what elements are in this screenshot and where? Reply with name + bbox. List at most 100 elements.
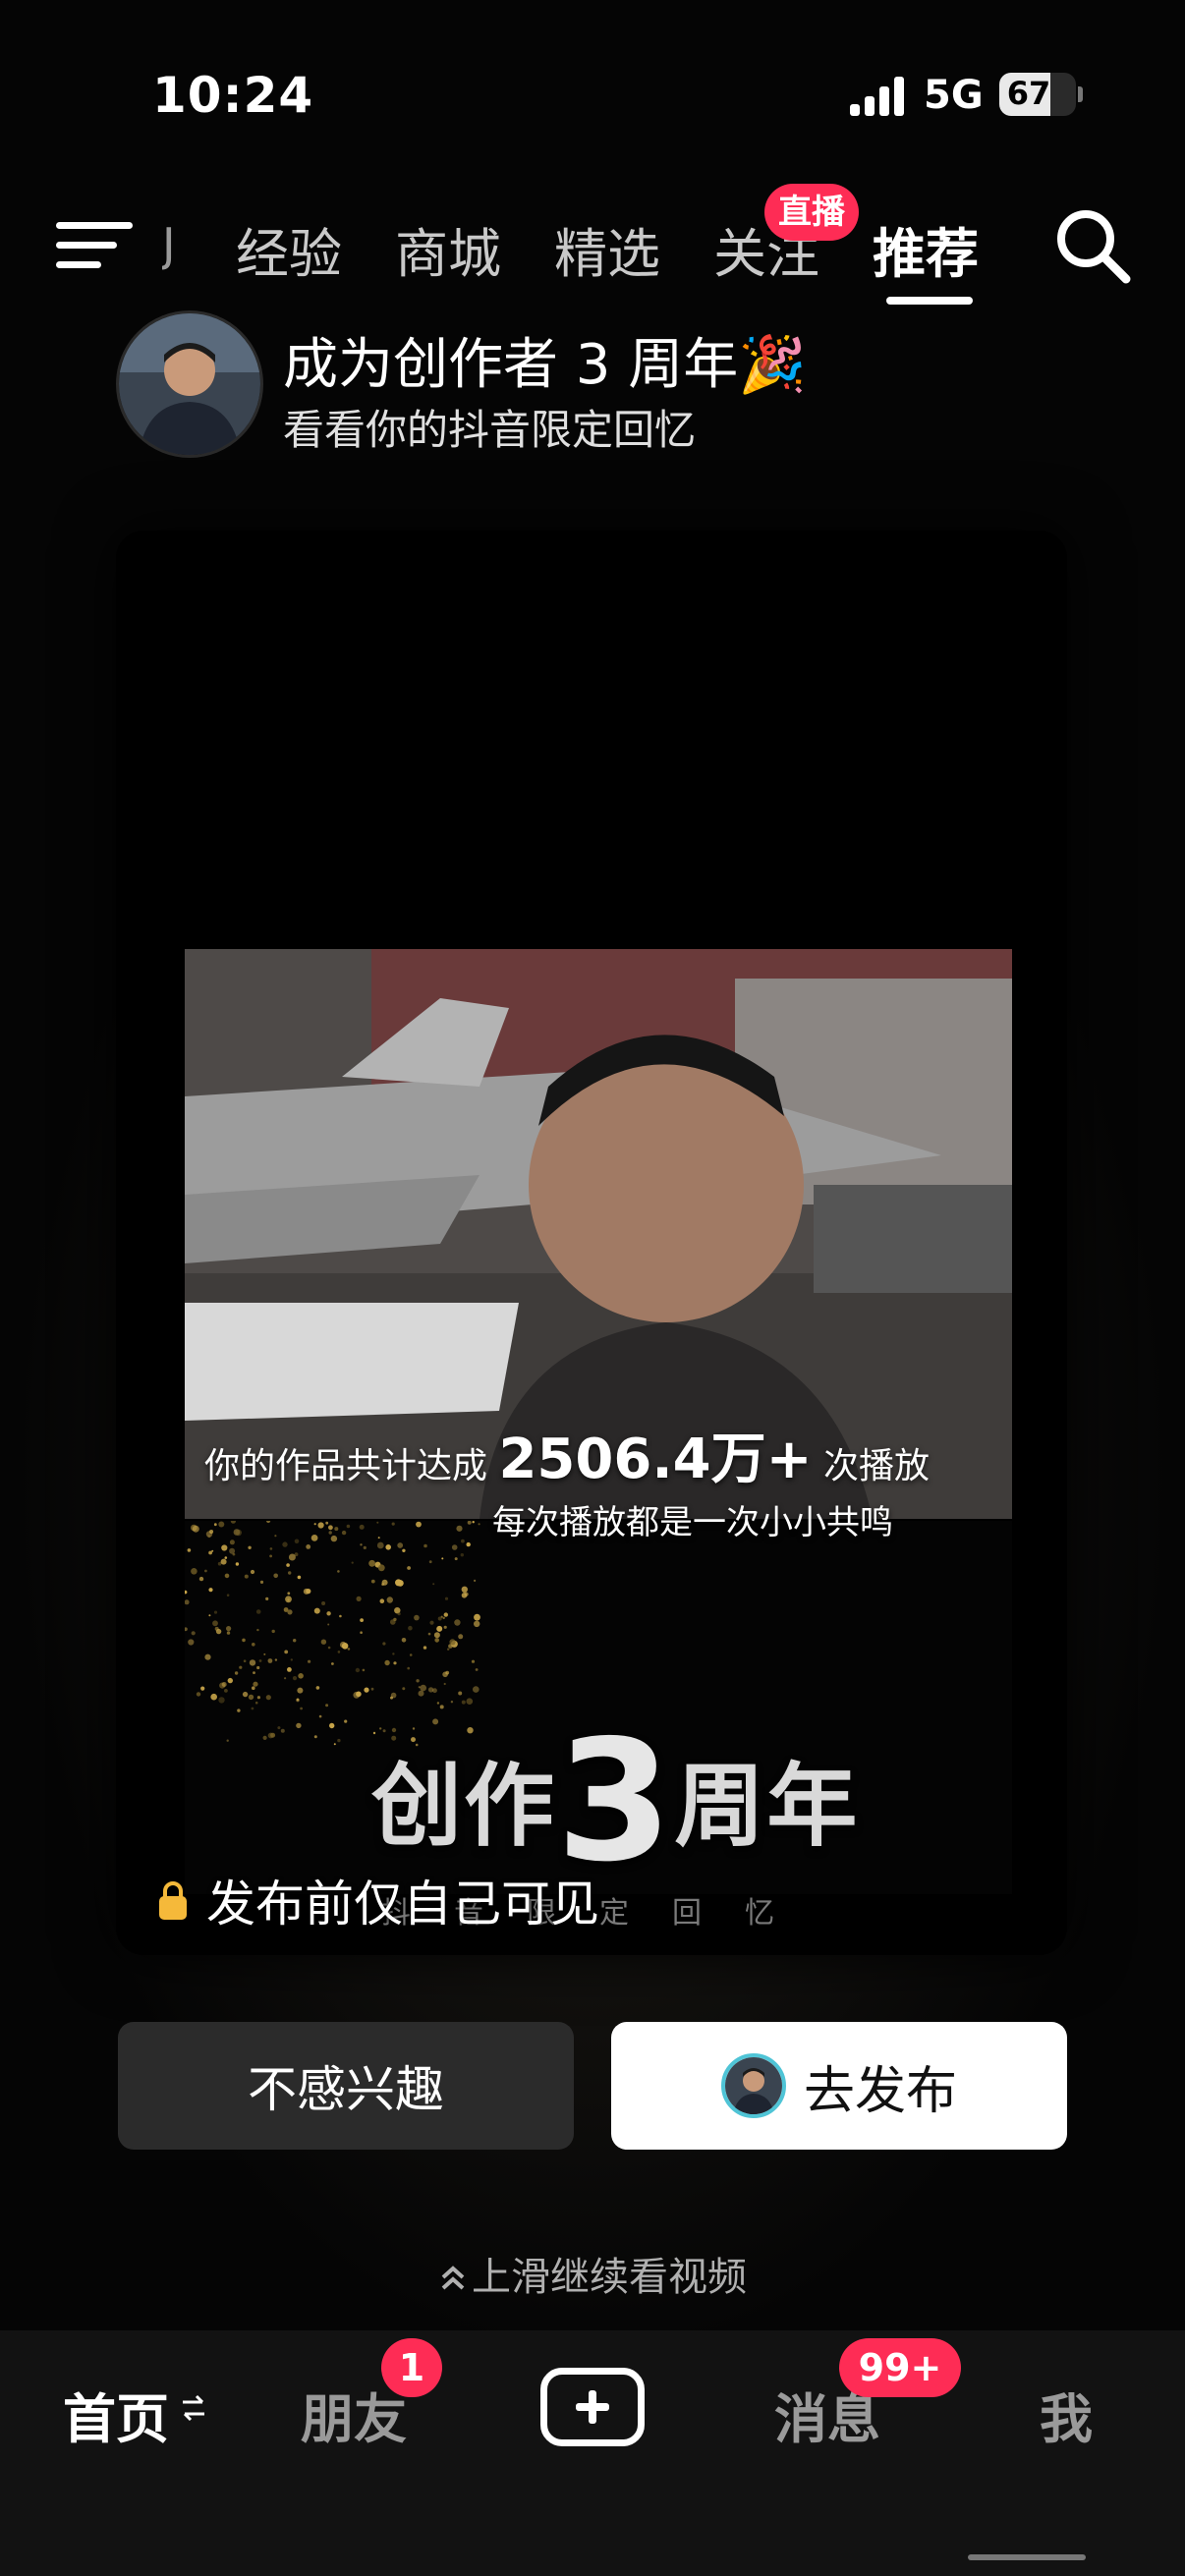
- glitter-dot: [461, 1593, 468, 1598]
- glitter-dot: [248, 1545, 252, 1549]
- glitter-dot: [331, 1662, 334, 1665]
- glitter-dot: [428, 1560, 432, 1564]
- tab-partial[interactable]: J: [162, 218, 184, 271]
- live-badge[interactable]: 直播: [764, 184, 859, 241]
- glitter-dot: [297, 1575, 302, 1580]
- anniversary-post: 周年: [674, 1754, 860, 1859]
- home-indicator: [968, 2554, 1086, 2560]
- glitter-dot: [290, 1658, 293, 1661]
- swipe-up-hint[interactable]: 上滑继续看视频: [0, 2245, 1185, 2302]
- double-chevron-up-icon: [441, 2266, 465, 2290]
- glitter-dot: [377, 1537, 380, 1540]
- glitter-dot: [461, 1700, 466, 1705]
- glitter-dot: [329, 1722, 335, 1729]
- glitter-dot: [444, 1596, 449, 1600]
- glitter-dot: [269, 1554, 272, 1558]
- glitter-dot: [313, 1607, 320, 1614]
- create-post-button[interactable]: [540, 2368, 645, 2446]
- glitter-dot: [258, 1659, 262, 1662]
- glitter-dot: [360, 1631, 363, 1634]
- glitter-dot: [376, 1541, 384, 1549]
- glitter-dot: [385, 1544, 391, 1550]
- glitter-dot: [466, 1541, 471, 1547]
- glitter-dot: [242, 1691, 249, 1698]
- battery-icon: 67: [999, 73, 1076, 116]
- glitter-dot: [218, 1697, 225, 1704]
- glitter-dot: [392, 1652, 395, 1655]
- nav-home[interactable]: 首页: [63, 2376, 169, 2453]
- glitter-dot: [220, 1558, 227, 1565]
- tab-mall[interactable]: 商城: [395, 210, 501, 288]
- glitter-dot: [454, 1557, 458, 1561]
- glitter-dot: [337, 1570, 340, 1573]
- glitter-dot: [325, 1521, 329, 1525]
- glitter-dot: [287, 1592, 291, 1596]
- glitter-dot: [427, 1687, 434, 1693]
- tab-experience[interactable]: 经验: [236, 210, 342, 288]
- glitter-dot: [256, 1628, 259, 1632]
- glitter-dot: [356, 1596, 362, 1601]
- glitter-dot: [423, 1646, 427, 1650]
- user-avatar: [720, 2053, 786, 2118]
- glitter-dot: [253, 1681, 258, 1687]
- glitter-dot: [393, 1661, 397, 1665]
- glitter-dot: [256, 1696, 260, 1700]
- glitter-dot: [234, 1671, 239, 1675]
- glitter-dot: [359, 1524, 365, 1530]
- glitter-dot: [288, 1571, 292, 1575]
- glitter-dot: [327, 1623, 330, 1626]
- glitter-dot: [210, 1693, 217, 1701]
- glitter-dot: [320, 1639, 327, 1645]
- glitter-dot: [215, 1628, 222, 1635]
- glitter-dot: [456, 1525, 463, 1532]
- glitter-dot: [407, 1666, 410, 1670]
- menu-icon[interactable]: [56, 218, 133, 273]
- glitter-dot: [423, 1543, 427, 1548]
- creator-avatar[interactable]: [116, 310, 263, 458]
- glitter-dot: [356, 1691, 362, 1698]
- glitter-dot: [259, 1580, 264, 1584]
- glitter-dot: [187, 1548, 192, 1552]
- glitter-dot: [330, 1535, 338, 1542]
- glitter-dot: [414, 1614, 420, 1621]
- glitter-dot: [306, 1589, 311, 1595]
- glitter-dot: [429, 1620, 434, 1625]
- glitter-dot: [427, 1632, 431, 1636]
- card-headline: 成为创作者 3 周年🎉: [283, 333, 807, 397]
- glitter-dot: [449, 1639, 456, 1646]
- glitter-dot: [227, 1677, 233, 1684]
- publish-button[interactable]: 去发布: [611, 2022, 1067, 2150]
- glitter-dot: [185, 1599, 190, 1605]
- glitter-dot: [308, 1659, 311, 1663]
- glitter-dot: [208, 1588, 213, 1593]
- glitter-dot: [355, 1667, 361, 1673]
- caption-subline: 每次播放都是一次小小共鸣: [492, 1503, 893, 1542]
- glitter-dot: [188, 1639, 195, 1646]
- glitter-dot: [248, 1694, 254, 1701]
- glitter-dot: [391, 1522, 395, 1526]
- tab-featured[interactable]: 精选: [554, 210, 660, 288]
- not-interested-button[interactable]: 不感兴趣: [118, 2022, 574, 2150]
- glitter-dot: [341, 1643, 349, 1650]
- glitter-dot: [313, 1523, 316, 1526]
- glitter-dot: [381, 1579, 388, 1586]
- glitter-dot: [221, 1682, 227, 1687]
- swap-icon[interactable]: [181, 2391, 206, 2425]
- glitter-dot: [271, 1629, 275, 1634]
- tab-recommended[interactable]: 推荐: [873, 210, 979, 288]
- memory-card[interactable]: 你的作品共计达成 2506.4万+ 次播放 每次播放都是一次小小共鸣 创作3周年…: [116, 531, 1067, 1955]
- nav-me[interactable]: 我: [1040, 2376, 1093, 2453]
- glitter-dot: [461, 1586, 468, 1593]
- glitter-dot: [370, 1579, 375, 1584]
- search-icon[interactable]: [1053, 206, 1132, 285]
- glitter-dot: [478, 1523, 480, 1526]
- glitter-dot: [229, 1547, 236, 1554]
- glitter-dot: [212, 1620, 218, 1627]
- glitter-dot: [284, 1677, 287, 1680]
- glitter-dot: [317, 1522, 324, 1529]
- glitter-dot: [274, 1535, 277, 1538]
- glitter-dot: [239, 1665, 243, 1669]
- glitter-dot: [364, 1687, 369, 1693]
- glitter-dot: [224, 1556, 228, 1559]
- glitter-dot: [213, 1523, 217, 1527]
